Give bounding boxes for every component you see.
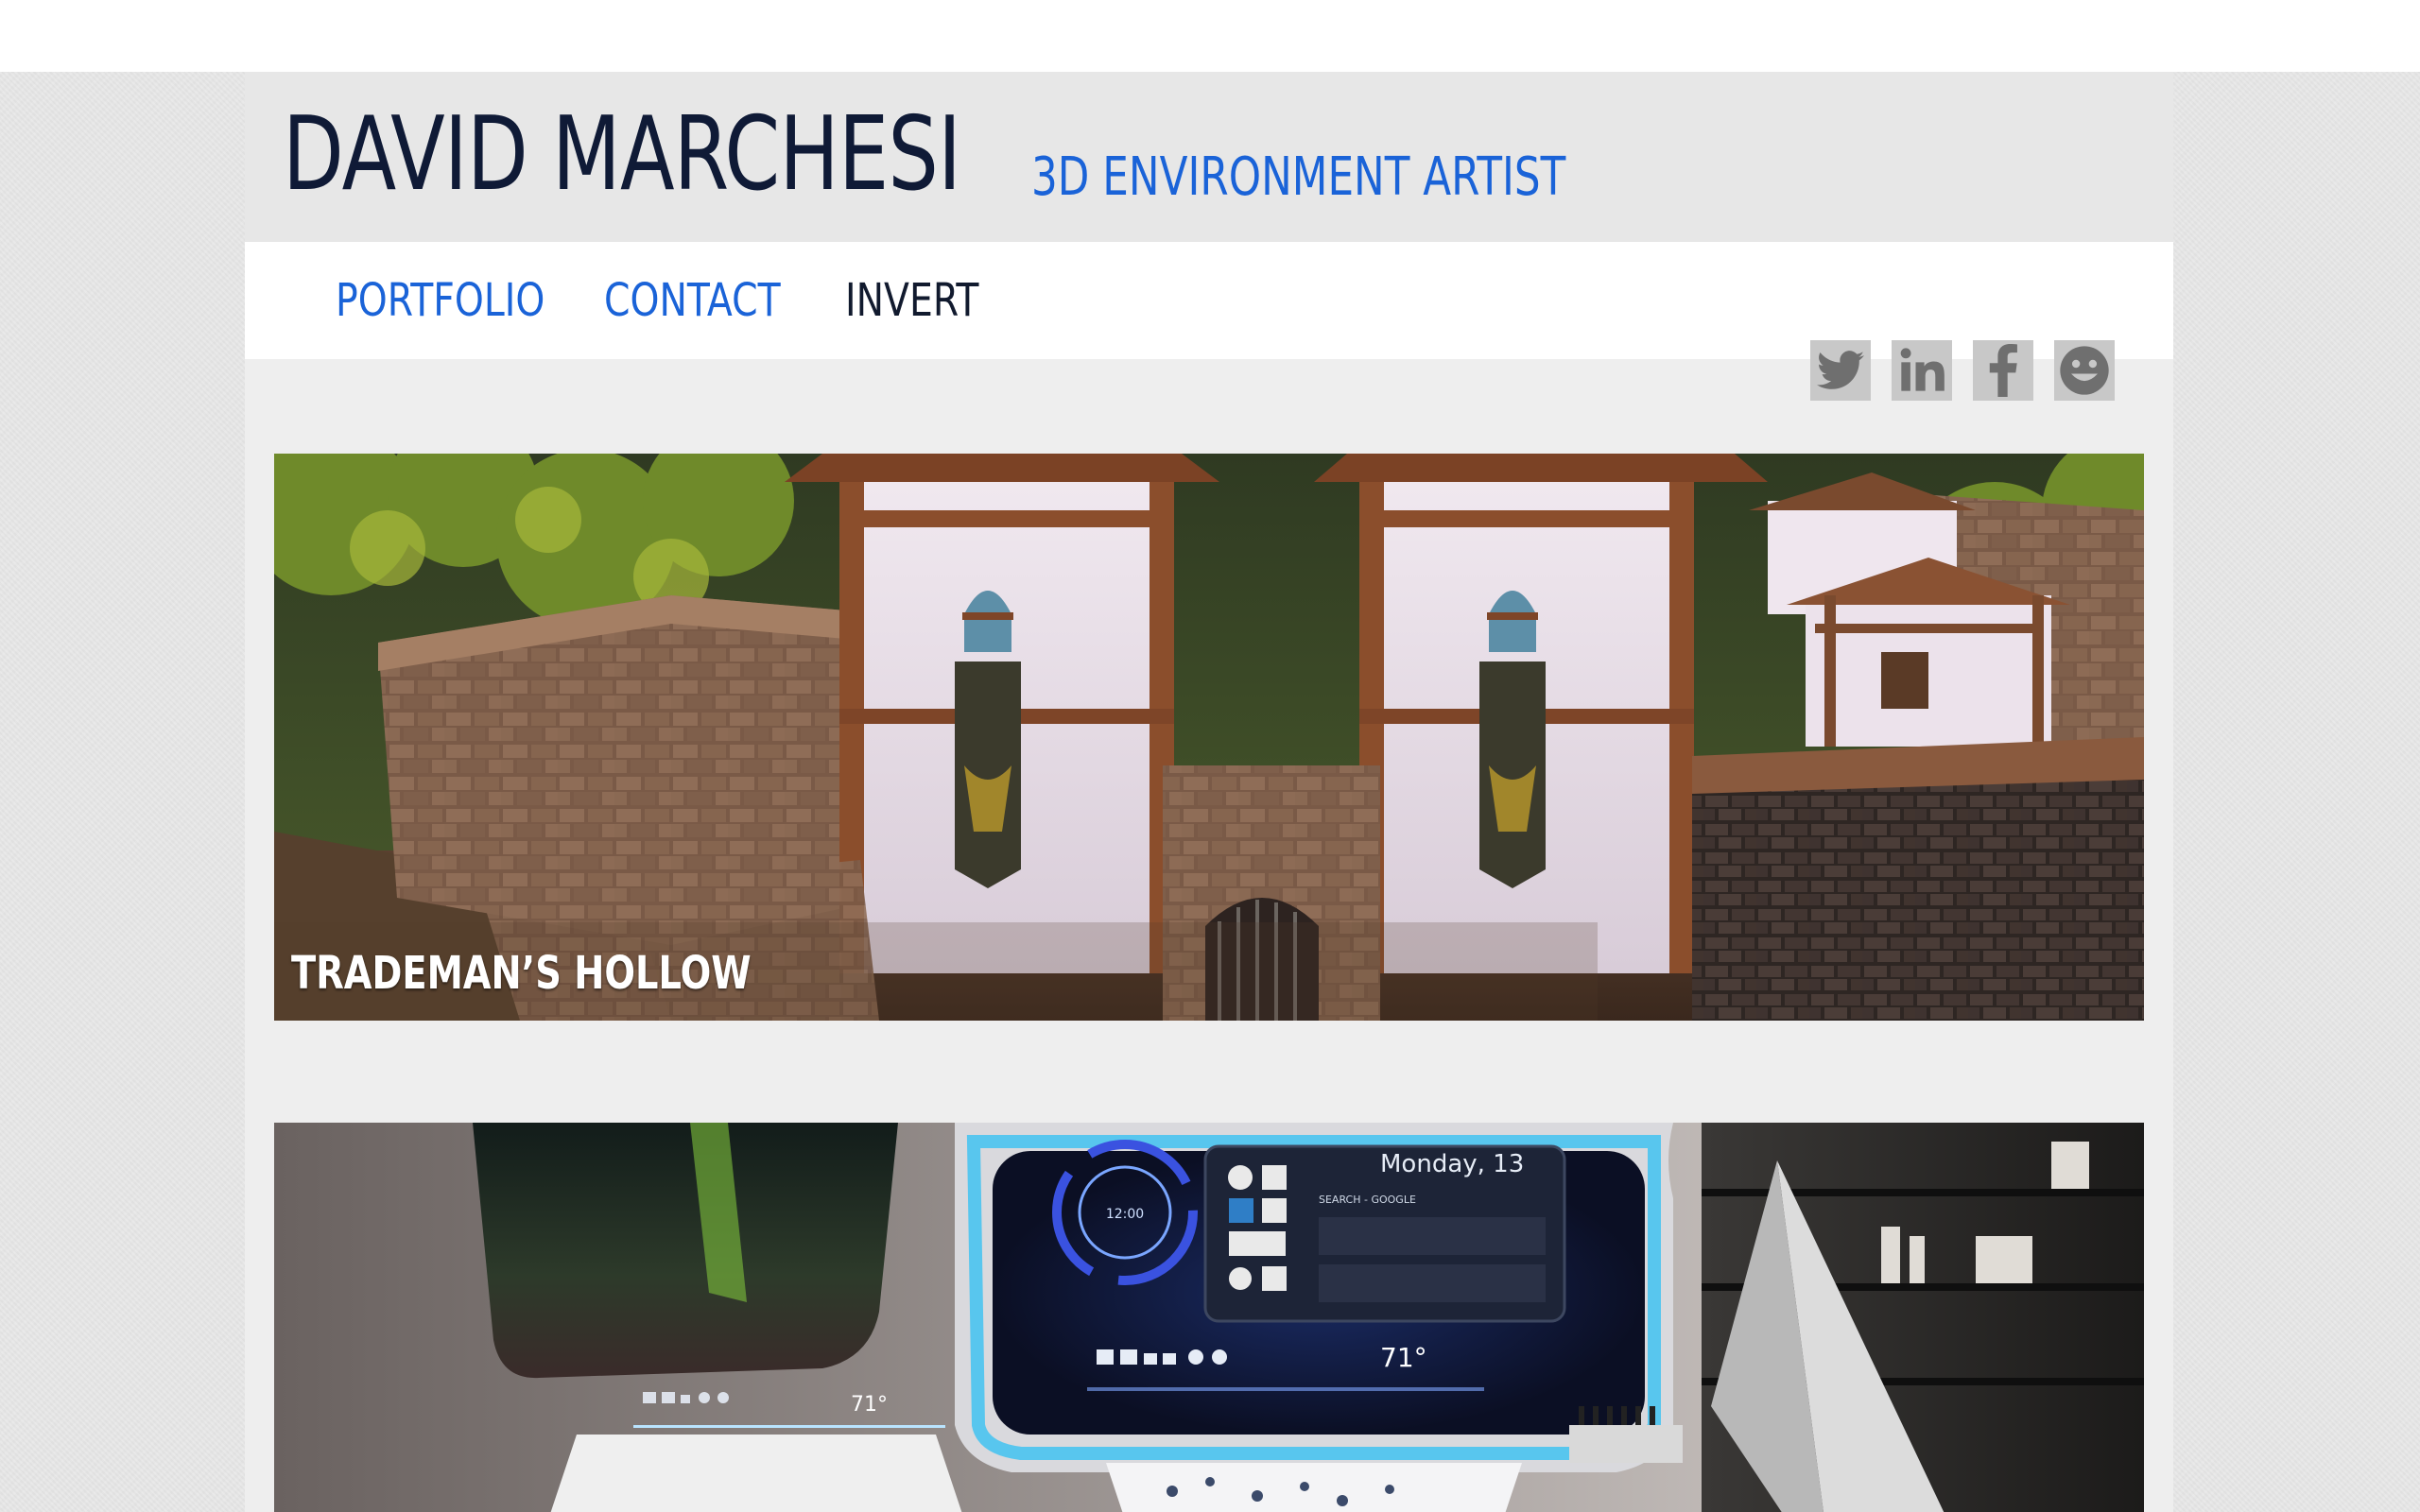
date-readout: Monday, 13 (1380, 1150, 1524, 1178)
temperature-readout: 71° (1380, 1342, 1427, 1373)
twitter-icon (1817, 351, 1864, 389)
project-thumbnail-image: 12:00 Monday, 13 SEARCH - GOOGLE 71° 71° (274, 1123, 2144, 1512)
nav-portfolio[interactable]: PORTFOLIO (336, 274, 544, 327)
linkedin-icon (1900, 348, 1945, 391)
project-title[interactable]: TRADEMAN’S HOLLOW (291, 947, 752, 1000)
search-readout: SEARCH - GOOGLE (1319, 1194, 1416, 1206)
temperature-readout-secondary: 71° (851, 1393, 888, 1417)
project-tile-sci-fi-room[interactable]: 12:00 Monday, 13 SEARCH - GOOGLE 71° 71° (274, 1123, 2144, 1512)
twitter-link[interactable] (1810, 340, 1871, 401)
project-tile-tradesmans-hollow[interactable]: TRADEMAN’S HOLLOW (274, 454, 2144, 1021)
site-container: DAVID MARCHESI 3D ENVIRONMENT ARTIST POR… (245, 72, 2173, 1512)
project-caption-bar: TRADEMAN’S HOLLOW (274, 922, 1598, 1021)
masthead: DAVID MARCHESI 3D ENVIRONMENT ARTIST (245, 72, 2173, 242)
nav-invert[interactable]: INVERT (845, 274, 978, 327)
steam-link[interactable] (2054, 340, 2115, 401)
facebook-link[interactable] (1973, 340, 2033, 401)
nav-contact[interactable]: CONTACT (604, 274, 781, 327)
main-nav: PORTFOLIO CONTACT INVERT (245, 242, 2173, 359)
linkedin-link[interactable] (1892, 340, 1952, 401)
facebook-icon (1989, 344, 2017, 397)
site-title[interactable]: DAVID MARCHESI (283, 98, 961, 212)
site-subtitle: 3D ENVIRONMENT ARTIST (1031, 146, 1566, 208)
top-white-strip (0, 0, 2420, 72)
clock-readout: 12:00 (1106, 1207, 1144, 1222)
smiley-icon (2060, 346, 2109, 395)
